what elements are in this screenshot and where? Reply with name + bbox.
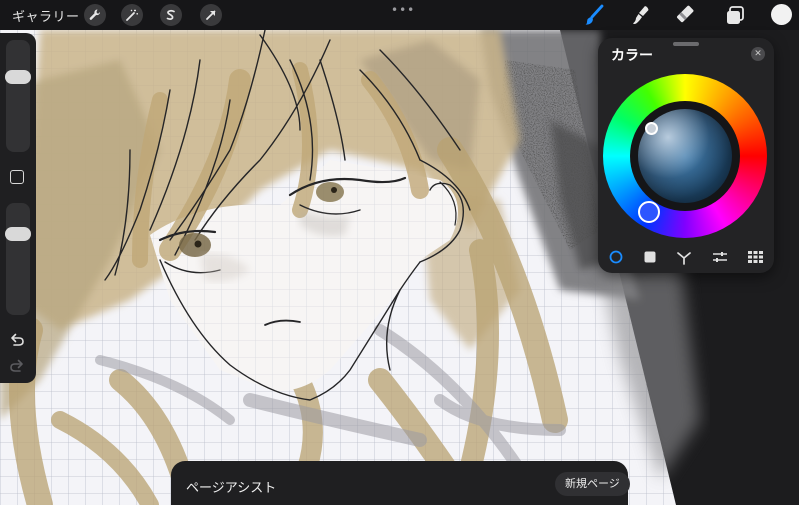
- new-page-button[interactable]: 新規ページ: [555, 472, 630, 496]
- page-assist-panel: ページアシスト 新規ページ: [171, 461, 630, 505]
- palettes-mode-icon[interactable]: [747, 249, 763, 265]
- color-wheel-hue-ring[interactable]: [603, 74, 767, 238]
- brush-size-thumb[interactable]: [5, 69, 31, 84]
- brush-size-slider[interactable]: [5, 40, 31, 152]
- left-sidebar: [0, 33, 36, 383]
- eraser-icon[interactable]: [676, 4, 698, 26]
- brush-icon[interactable]: [583, 4, 605, 26]
- color-panel: カラー ✕: [598, 38, 774, 273]
- selection-s-icon[interactable]: [160, 4, 182, 26]
- top-toolbar: ギャラリー •••: [0, 0, 799, 30]
- brush-opacity-thumb[interactable]: [5, 227, 31, 242]
- modify-square-button[interactable]: [10, 170, 24, 184]
- page-assist-title: ページアシスト: [186, 481, 277, 496]
- value-mode-icon[interactable]: [712, 249, 728, 265]
- more-options-button[interactable]: •••: [391, 3, 415, 17]
- actions-wrench-icon[interactable]: [84, 4, 106, 26]
- color-panel-title: カラー: [611, 48, 653, 64]
- transform-arrow-icon[interactable]: [200, 4, 222, 26]
- layers-icon[interactable]: [724, 4, 746, 26]
- disc-mode-icon[interactable]: [608, 249, 624, 265]
- right-eye: [316, 182, 344, 202]
- current-color-swatch[interactable]: [771, 4, 792, 25]
- redo-icon[interactable]: [8, 356, 26, 374]
- undo-icon[interactable]: [8, 330, 26, 348]
- saturation-picker-knob[interactable]: [645, 122, 658, 135]
- harmony-mode-icon[interactable]: [676, 249, 692, 265]
- adjustments-magic-wand-icon[interactable]: [121, 4, 143, 26]
- smudge-icon[interactable]: [630, 4, 652, 26]
- classic-mode-icon[interactable]: [642, 249, 658, 265]
- hue-picker-knob[interactable]: [638, 201, 660, 223]
- panel-grip-handle[interactable]: [673, 42, 699, 46]
- color-mode-tabs: [598, 249, 774, 267]
- close-icon[interactable]: ✕: [751, 47, 765, 61]
- gallery-button[interactable]: ギャラリー: [12, 6, 80, 25]
- brush-opacity-slider[interactable]: [5, 203, 31, 315]
